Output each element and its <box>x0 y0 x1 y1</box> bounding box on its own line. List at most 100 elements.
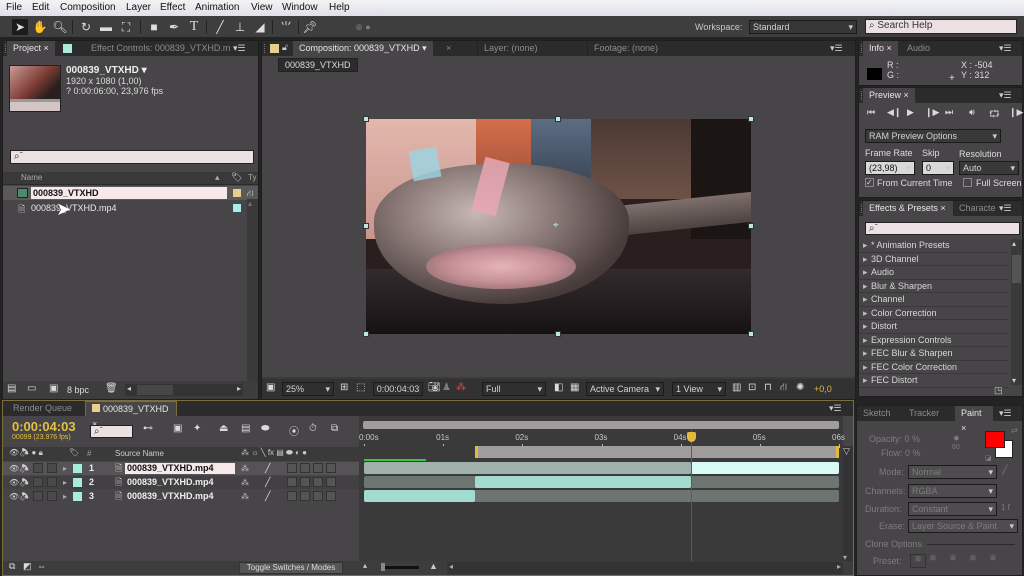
tab-project[interactable]: Project × <box>7 41 55 56</box>
frame-rate-dropdown[interactable]: (23,98) <box>865 161 915 175</box>
timeline-hscrollbar[interactable]: ◂ ▸ <box>447 562 843 574</box>
tab-tracker[interactable]: Tracker <box>903 406 953 421</box>
quality-switch-icon[interactable]: ╱ <box>265 490 270 503</box>
motion-blur-icon[interactable]: ⬬ <box>261 423 270 434</box>
transparency-grid-icon[interactable]: ▦ <box>570 382 579 393</box>
layer-active-segment[interactable] <box>474 476 691 488</box>
rectangle-tool-icon[interactable]: ■ <box>146 19 162 35</box>
zoom-tool-icon[interactable]: 🔍︎ <box>52 19 68 35</box>
transform-handle[interactable] <box>363 116 369 122</box>
comp-button-icon[interactable]: ▽ <box>843 446 850 457</box>
channel-icon[interactable]: ⁂ <box>456 382 466 393</box>
audio-icon[interactable]: 🔊︎ <box>969 107 975 118</box>
expand-triangle-icon[interactable]: ▸ <box>63 462 67 475</box>
solo-toggle[interactable] <box>33 463 43 473</box>
opacity-field[interactable]: Opacity: 0 % <box>869 434 920 444</box>
layer-switch[interactable] <box>313 477 323 487</box>
layer-source-name[interactable]: 000839_VTXHD.mp4 <box>125 491 235 502</box>
menu-layer[interactable]: Layer <box>126 2 151 13</box>
previous-frame-icon[interactable]: ◀❙ <box>887 107 901 118</box>
layer-switch[interactable] <box>313 491 323 501</box>
comp-viewer[interactable]: ⌖ <box>262 74 855 377</box>
foreground-color-swatch[interactable] <box>985 431 1005 448</box>
layer-switch[interactable] <box>287 477 297 487</box>
delete-icon[interactable]: 🗑︎ <box>105 383 118 394</box>
layer-label-color[interactable] <box>73 478 82 487</box>
expand-triangle-icon[interactable]: ▸ <box>63 490 67 503</box>
label-color[interactable] <box>233 204 241 212</box>
show-snapshot-icon[interactable]: ♟ <box>442 382 451 393</box>
last-frame-icon[interactable]: ⏭ <box>945 107 953 118</box>
layer-switch[interactable] <box>300 491 310 501</box>
resolution-dropdown[interactable]: Full <box>482 382 546 396</box>
clone-preset-1[interactable]: ⊞ <box>910 554 926 568</box>
exposure-value[interactable]: +0,0 <box>814 384 832 394</box>
current-time-field[interactable]: 0:00:04:03 <box>373 382 423 396</box>
anchor-point-icon[interactable]: ⌖ <box>553 220 559 231</box>
sort-icon[interactable]: ▴ <box>215 172 220 183</box>
menu-edit[interactable]: Edit <box>32 2 49 13</box>
transform-handle[interactable] <box>555 116 561 122</box>
project-item-name[interactable]: 000839_VTXHD <box>31 187 227 199</box>
transfer-modes-icon[interactable]: ◩ <box>23 561 32 572</box>
ram-preview-options-dropdown[interactable]: RAM Preview Options <box>865 129 1001 143</box>
hand-tool-icon[interactable]: ✋ <box>32 19 48 35</box>
tab-timeline-comp[interactable]: 000839_VTXHD × <box>85 401 177 429</box>
draft-3d-icon[interactable]: ✦ <box>193 423 201 434</box>
panel-menu-icon[interactable]: ▾☰ <box>830 43 843 54</box>
effects-category[interactable]: Distort <box>859 320 1008 334</box>
layer-switch[interactable] <box>326 463 336 473</box>
exposure-icon[interactable]: ✺ <box>796 382 804 393</box>
quality-switch-icon[interactable]: ╱ <box>265 462 270 475</box>
project-item-name[interactable]: 000839_VTXHD.mp4 <box>31 201 117 215</box>
comp-mini-flowchart-icon[interactable]: ⊷ <box>143 423 153 434</box>
quality-switch-icon[interactable]: ╱ <box>265 476 270 489</box>
layer-label-color[interactable] <box>73 492 82 501</box>
search-help-input[interactable]: ⌕ Search Help <box>865 19 1017 34</box>
auto-keyframe-icon[interactable]: ⏱ <box>309 423 317 434</box>
visibility-audio-icons[interactable]: 👁︎🔈︎ <box>9 490 29 503</box>
visibility-audio-icons[interactable]: 👁︎🔈︎ <box>9 476 29 489</box>
effects-scrollbar[interactable]: ▴ ▾ <box>1011 239 1022 385</box>
playhead-handle[interactable] <box>686 432 696 442</box>
graph-editor-icon[interactable]: ⧉ <box>331 423 338 434</box>
pen-tool-icon[interactable]: ✒ <box>166 19 182 35</box>
toggle-switches-modes-button[interactable]: Toggle Switches / Modes <box>239 562 343 574</box>
eraser-tool-icon[interactable]: ◢ <box>252 19 268 35</box>
tab-composition[interactable]: Composition: 000839_VTXHD ▾ <box>293 41 433 56</box>
panel-menu-icon[interactable]: ▾☰ <box>999 43 1012 54</box>
transform-handle[interactable] <box>363 223 369 229</box>
shy-switch-icon[interactable]: ⁂ <box>241 462 249 475</box>
roto-brush-tool-icon[interactable]: ⺌ <box>278 19 294 35</box>
duration-dropdown[interactable]: Constant <box>908 502 997 516</box>
safe-zones-icon[interactable]: ⊞ <box>340 382 348 393</box>
effects-category[interactable]: Audio <box>859 266 1008 280</box>
from-current-time-checkbox[interactable]: ✓ <box>865 178 874 187</box>
axis-mode-icons[interactable]: ⊕ ● ▣ <box>355 19 371 48</box>
tab-effects-presets[interactable]: Effects & Presets × <box>863 201 953 216</box>
column-name[interactable]: Name <box>21 173 42 182</box>
layer-switch[interactable] <box>326 477 336 487</box>
timeline-vscrollbar[interactable]: ▽ ▾ <box>843 446 853 562</box>
project-item-footage[interactable]: 🗎 000839_VTXHD.mp4 <box>3 201 258 215</box>
camera-tool-icon[interactable]: ▬ <box>98 19 114 35</box>
visibility-audio-icons[interactable]: 👁︎🔈︎ <box>9 462 29 475</box>
rotate-tool-icon[interactable]: ↻ <box>78 19 94 35</box>
channels-dropdown[interactable]: RGBA <box>908 484 997 498</box>
label-tag-icon[interactable]: 🏷︎ <box>231 172 242 183</box>
timeline-icon[interactable]: ⊓ <box>764 382 772 393</box>
label-color[interactable] <box>233 189 241 197</box>
zoom-in-icon[interactable]: ▲ <box>429 561 438 571</box>
brainstorm-icon[interactable]: ⦿ <box>289 423 299 438</box>
layer-switch[interactable] <box>287 491 297 501</box>
menu-help[interactable]: Help <box>329 2 350 13</box>
interpret-footage-icon[interactable]: ▤ <box>7 383 16 394</box>
toggle-pixel-aspect-icon[interactable]: ▥ <box>732 382 741 393</box>
clone-preset-2[interactable]: ⊞ <box>930 554 936 562</box>
comp-breadcrumb[interactable]: 000839_VTXHD <box>278 58 358 72</box>
erase-dropdown[interactable]: Layer Source & Paint <box>908 519 1018 533</box>
work-area-bar[interactable] <box>474 446 839 458</box>
tab-layer[interactable]: Layer: (none) <box>477 41 577 56</box>
layer-switch[interactable] <box>300 477 310 487</box>
item-name[interactable]: 000839_VTXHD ▾ <box>66 65 147 76</box>
